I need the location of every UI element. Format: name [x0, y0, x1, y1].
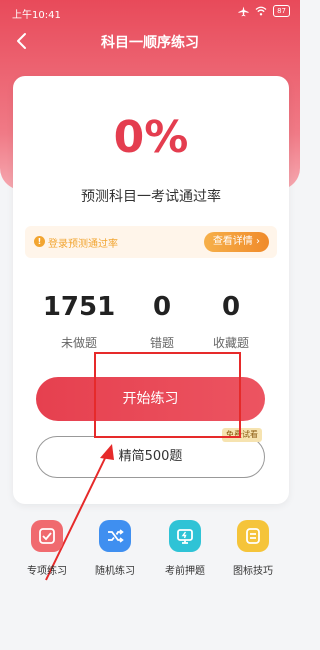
view-details-button[interactable]: 查看详情 ›	[203, 232, 269, 252]
tool-label: 图标技巧	[233, 566, 273, 577]
simplified-500-button[interactable]: 精简500题	[36, 436, 265, 478]
view-details-label: 查看详情	[212, 236, 253, 247]
navbar: 科目一顺序练习	[0, 24, 300, 58]
chevron-right-icon: ›	[256, 236, 260, 247]
tool-random-practice[interactable]: 随机练习	[80, 520, 150, 577]
checkbox-icon	[31, 520, 63, 552]
stat-undone[interactable]: 1751 未做题	[33, 292, 125, 351]
card-icon	[237, 520, 269, 552]
status-bar: 上午10:41 87	[0, 0, 300, 24]
status-icons: 87	[238, 5, 290, 17]
tool-icon-tips[interactable]: 图标技巧	[218, 520, 288, 577]
pass-rate-percent: 0%	[113, 112, 189, 163]
tool-exam-prediction[interactable]: 考前押题	[150, 520, 220, 577]
status-time: 上午10:41	[12, 10, 61, 21]
wifi-icon	[255, 6, 267, 16]
battery-indicator: 87	[273, 5, 290, 17]
tool-label: 随机练习	[95, 566, 135, 577]
notice-text: 登录预测通过率	[48, 239, 118, 250]
login-notice: ! 登录预测通过率 查看详情 ›	[25, 226, 277, 258]
stat-favorites[interactable]: 0 收藏题	[185, 292, 277, 351]
tool-label: 专项练习	[27, 566, 67, 577]
practice-card: 0% 预测科目一考试通过率 ! 登录预测通过率 查看详情 › 1751 未做题 …	[13, 76, 289, 504]
stat-value: 0	[221, 292, 241, 322]
shuffle-icon	[99, 520, 131, 552]
monitor-icon	[169, 520, 201, 552]
tool-special-practice[interactable]: 专项练习	[12, 520, 82, 577]
annotation-highlight-box	[94, 352, 241, 438]
tool-label: 考前押题	[165, 566, 205, 577]
stat-label: 收藏题	[212, 336, 249, 350]
page-title: 科目一顺序练习	[101, 35, 199, 51]
tools-row: 专项练习 随机练习 考前押题 图标技巧	[0, 520, 300, 590]
airplane-icon	[238, 5, 249, 16]
pass-rate-label: 预测科目一考试通过率	[81, 189, 221, 205]
info-icon: !	[34, 236, 45, 247]
stat-label: 未做题	[60, 336, 97, 350]
stat-value: 1751	[42, 292, 116, 322]
